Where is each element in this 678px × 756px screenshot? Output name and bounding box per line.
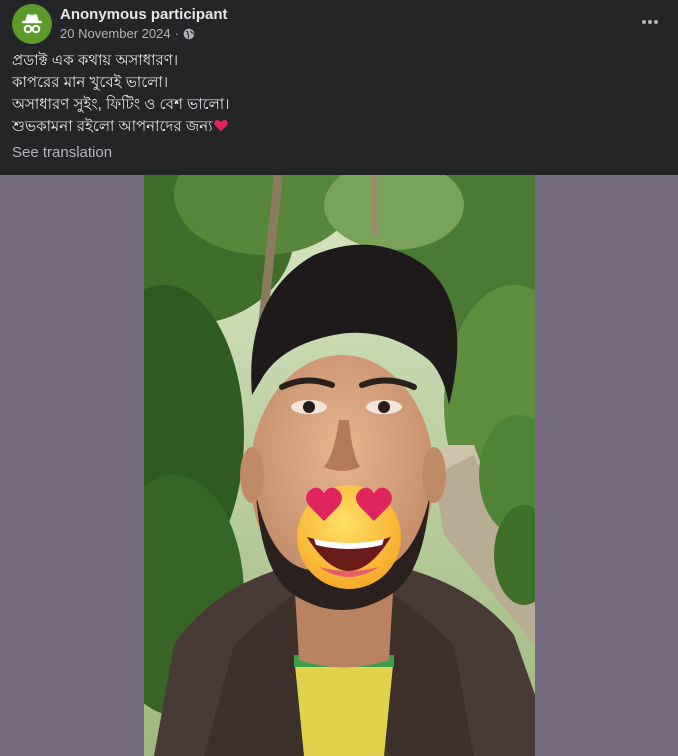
- post-date[interactable]: 20 November 2024: [60, 26, 171, 41]
- more-options-icon: [642, 20, 658, 24]
- post-message: প্রডাক্ট এক কথায় অসাধারণ। কাপরের মান খু…: [12, 50, 652, 138]
- anonymous-avatar[interactable]: [12, 4, 52, 44]
- post-header: Anonymous participant 20 November 2024 ·: [0, 0, 678, 50]
- post-meta: 20 November 2024 ·: [60, 26, 195, 41]
- message-line-4-wrapper: শুভকামনা রইলো আপনাদের জন্য: [12, 116, 652, 138]
- photo-illustration: [144, 175, 535, 756]
- author-name[interactable]: Anonymous participant: [60, 6, 228, 23]
- meta-separator: ·: [174, 26, 179, 41]
- message-line-3: অসাধারণ সুইং, ফিটিং ও বেশ ভালো।: [12, 96, 230, 113]
- message-line-2: কাপরের মান খুবেই ভালো।: [12, 74, 169, 91]
- post-photo[interactable]: [144, 175, 535, 756]
- globe-icon: [183, 28, 195, 39]
- message-line-4: শুভকামনা রইলো আপনাদের জন্য: [12, 118, 213, 135]
- see-translation-link[interactable]: See translation: [12, 144, 112, 161]
- post-media[interactable]: [0, 175, 678, 756]
- message-line-1: প্রডাক্ট এক কথায় অসাধারণ।: [12, 52, 179, 69]
- heart-eyes-emoji: [297, 485, 401, 589]
- heart-icon: [213, 120, 228, 132]
- incognito-icon: [22, 14, 42, 34]
- more-options-button[interactable]: [636, 8, 664, 36]
